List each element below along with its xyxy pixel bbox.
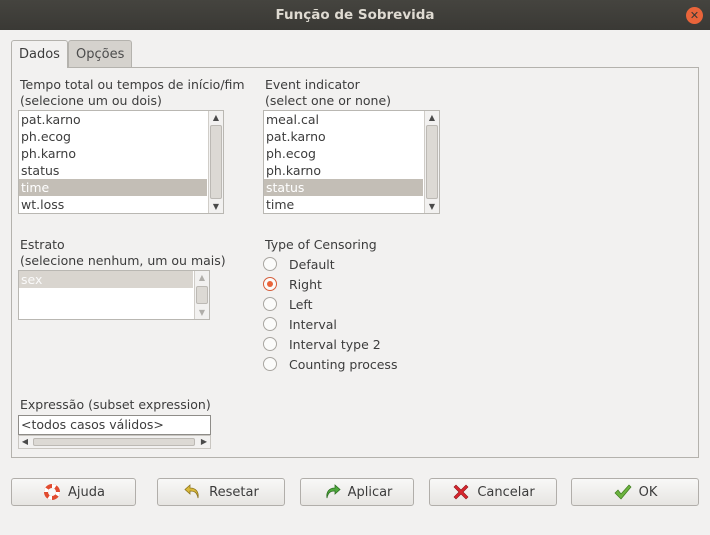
list-item[interactable]: ph.ecog	[19, 128, 207, 145]
event-list-items: meal.cal pat.karno ph.ecog ph.karno status ti…	[264, 111, 423, 213]
close-icon: ✕	[689, 9, 700, 22]
time-list-label-line2: (selecione um ou dois)	[20, 93, 162, 108]
scroll-up-arrow-icon[interactable]: ▲	[209, 111, 223, 124]
list-item[interactable]: ph.karno	[264, 162, 423, 179]
radio-circle-icon[interactable]	[263, 277, 277, 291]
event-list-label-line2: (select one or none)	[265, 93, 392, 108]
radio-label: Left	[289, 296, 313, 312]
radio-label: Right	[289, 276, 322, 292]
list-item[interactable]: pat.karno	[19, 111, 207, 128]
event-list-label: Event indicator (select one or none)	[265, 77, 391, 109]
scroll-right-arrow-icon[interactable]: ▶	[198, 436, 210, 448]
tab-opcoes-label: Opções	[76, 46, 125, 62]
cancel-button-label: Cancelar	[477, 484, 535, 500]
subset-label: Expressão (subset expression)	[20, 397, 211, 412]
radio-circle-icon[interactable]	[263, 317, 277, 331]
scroll-thumb[interactable]	[33, 438, 195, 446]
scroll-thumb[interactable]	[210, 125, 222, 199]
strata-list-items: sex	[19, 271, 193, 288]
time-list-label-line1: Tempo total ou tempos de início/fim	[20, 77, 245, 92]
strata-list-label: Estrato (selecione nenhum, um ou mais)	[20, 237, 226, 269]
help-button[interactable]: Ajuda	[11, 478, 136, 506]
scroll-down-arrow-icon[interactable]: ▼	[195, 306, 209, 319]
subset-hscrollbar[interactable]: ◀ ▶	[18, 435, 211, 449]
redo-arrow-icon	[322, 482, 342, 502]
radio-label: Counting process	[289, 356, 398, 372]
close-button[interactable]: ✕	[686, 7, 703, 24]
time-listbox[interactable]: pat.karno ph.ecog ph.karno status time wt.los…	[18, 110, 224, 214]
list-item[interactable]: time	[264, 196, 423, 213]
list-item[interactable]: ph.ecog	[264, 145, 423, 162]
radio-circle-icon[interactable]	[263, 357, 277, 371]
list-item[interactable]: meal.cal	[264, 111, 423, 128]
radio-circle-icon[interactable]	[263, 257, 277, 271]
list-item[interactable]: pat.karno	[264, 128, 423, 145]
event-list-label-line1: Event indicator	[265, 77, 360, 92]
list-item[interactable]: status	[19, 162, 207, 179]
help-button-label: Ajuda	[68, 484, 105, 500]
ok-button[interactable]: OK	[571, 478, 699, 506]
scroll-thumb[interactable]	[426, 125, 438, 199]
censoring-radio-option[interactable]: Counting process	[263, 356, 397, 372]
censoring-radio-option[interactable]: Interval type 2	[263, 336, 381, 352]
tab-opcoes[interactable]: Opções	[68, 40, 133, 67]
scroll-thumb[interactable]	[196, 286, 208, 304]
window-title: Função de Sobrevida	[275, 7, 435, 23]
event-list-scrollbar[interactable]: ▲ ▼	[424, 111, 439, 213]
scroll-up-arrow-icon[interactable]: ▲	[425, 111, 439, 124]
scroll-left-arrow-icon[interactable]: ◀	[19, 436, 31, 448]
radio-label: Interval type 2	[289, 336, 381, 352]
apply-button-label: Aplicar	[347, 484, 393, 500]
event-listbox[interactable]: meal.cal pat.karno ph.ecog ph.karno status ti…	[263, 110, 440, 214]
list-item[interactable]: sex	[19, 271, 193, 288]
scroll-up-arrow-icon[interactable]: ▲	[195, 271, 209, 284]
censoring-label: Type of Censoring	[265, 237, 377, 252]
time-list-items: pat.karno ph.ecog ph.karno status time wt.los…	[19, 111, 207, 213]
undo-arrow-icon	[183, 482, 203, 502]
cancel-button[interactable]: Cancelar	[429, 478, 557, 506]
censoring-radio-option[interactable]: Right	[263, 276, 322, 292]
tab-dados-label: Dados	[19, 47, 60, 62]
radio-circle-icon[interactable]	[263, 337, 277, 351]
title-bar: Função de Sobrevida ✕	[0, 0, 710, 30]
list-item[interactable]: status	[264, 179, 423, 196]
list-item[interactable]: ph.karno	[19, 145, 207, 162]
scroll-down-arrow-icon[interactable]: ▼	[209, 200, 223, 213]
reset-button[interactable]: Resetar	[157, 478, 285, 506]
strata-listbox[interactable]: sex ▲ ▼	[18, 270, 210, 320]
reset-button-label: Resetar	[209, 484, 259, 500]
censoring-radio-option[interactable]: Left	[263, 296, 313, 312]
tab-dados[interactable]: Dados	[11, 40, 68, 68]
radio-label: Default	[289, 256, 335, 272]
strata-list-label-line1: Estrato	[20, 237, 65, 252]
apply-button[interactable]: Aplicar	[300, 478, 414, 506]
strata-list-label-line2: (selecione nenhum, um ou mais)	[20, 253, 226, 268]
subset-expression-input[interactable]: <todos casos válidos>	[18, 415, 211, 435]
list-item[interactable]: time	[19, 179, 207, 196]
radio-circle-icon[interactable]	[263, 297, 277, 311]
censoring-radio-option[interactable]: Default	[263, 256, 335, 272]
time-list-label: Tempo total ou tempos de início/fim (sel…	[20, 77, 245, 109]
scroll-down-arrow-icon[interactable]: ▼	[425, 200, 439, 213]
list-item[interactable]: wt.loss	[19, 196, 207, 213]
ok-button-label: OK	[638, 484, 658, 500]
time-list-scrollbar[interactable]: ▲ ▼	[208, 111, 223, 213]
radio-label: Interval	[289, 316, 337, 332]
lifebuoy-icon	[42, 482, 62, 502]
strata-list-scrollbar[interactable]: ▲ ▼	[194, 271, 209, 319]
checkmark-icon	[613, 482, 633, 502]
censoring-radio-option[interactable]: Interval	[263, 316, 337, 332]
cancel-x-icon	[451, 482, 471, 502]
